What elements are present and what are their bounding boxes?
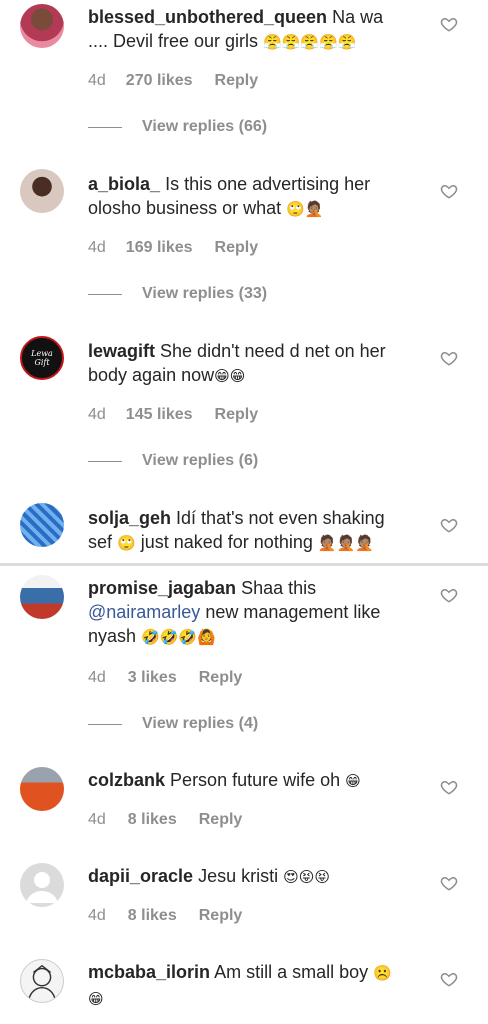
avatar[interactable] — [20, 767, 64, 811]
view-replies-button[interactable]: View replies (6) — [88, 452, 258, 470]
default-avatar-icon — [26, 872, 58, 903]
heart-outline-icon[interactable] — [440, 15, 458, 33]
likes-count[interactable]: 145 likes — [126, 406, 193, 424]
comment-text-continued: just naked for nothing — [140, 532, 313, 552]
comment-emoji: 🤣🤣🤣🙆 — [141, 629, 216, 646]
comment-username[interactable]: blessed_unbothered_queen — [88, 7, 327, 27]
avatar[interactable] — [20, 863, 64, 907]
avatar[interactable]: Lewa Gift — [20, 336, 64, 380]
comment-username[interactable]: colzbank — [88, 770, 165, 790]
comment-emoji: 😁 — [88, 991, 104, 1008]
reply-button[interactable]: Reply — [199, 811, 243, 829]
likes-count[interactable]: 169 likes — [126, 239, 193, 257]
comment-text: Jesu kristi — [198, 866, 279, 886]
comment-age: 4d — [88, 907, 106, 924]
heart-outline-icon[interactable] — [440, 182, 458, 200]
heart-outline-icon[interactable] — [440, 586, 458, 604]
comment-text: Shaa this — [241, 578, 317, 598]
comment-text: Am still a small boy — [214, 962, 369, 982]
comment-emoji: ☹️ — [373, 965, 392, 982]
divider-line — [88, 460, 122, 462]
view-replies-label: View replies (4) — [142, 715, 259, 732]
comment-emoji: 😤😤😤😤😤 — [263, 34, 357, 51]
avatar[interactable] — [20, 169, 64, 213]
section-divider — [0, 563, 488, 566]
view-replies-label: View replies (33) — [142, 285, 268, 302]
heart-outline-icon[interactable] — [440, 778, 458, 796]
comment-age: 4d — [88, 811, 106, 828]
comment-username[interactable]: a_biola_ — [88, 174, 160, 194]
heart-outline-icon[interactable] — [440, 516, 458, 534]
mention-link[interactable]: @nairamarley — [88, 602, 200, 622]
view-replies-label: View replies (6) — [142, 452, 259, 469]
view-replies-button[interactable]: View replies (66) — [88, 118, 267, 136]
comment-emoji: 🙄 — [117, 535, 136, 552]
comment-username[interactable]: lewagift — [88, 341, 155, 361]
avatar[interactable] — [20, 959, 64, 1003]
avatar-logo-text: Lewa Gift — [31, 349, 53, 367]
likes-count[interactable]: 8 likes — [128, 811, 177, 829]
comment-username[interactable]: promise_jagaban — [88, 578, 236, 598]
divider-line — [88, 723, 122, 725]
avatar[interactable] — [20, 503, 64, 547]
cartoon-face-avatar-icon — [27, 964, 57, 1001]
comment-emoji: 😍😝😝 — [283, 869, 331, 886]
heart-outline-icon[interactable] — [440, 874, 458, 892]
divider-line — [88, 293, 122, 295]
comment-username[interactable]: mcbaba_ilorin — [88, 962, 210, 982]
likes-count[interactable]: 270 likes — [126, 72, 193, 90]
avatar[interactable] — [20, 575, 64, 619]
comment-age: 4d — [88, 406, 106, 423]
divider-line — [88, 126, 122, 128]
comment-age: 4d — [88, 239, 106, 256]
view-replies-label: View replies (66) — [142, 118, 268, 135]
comment-age: 4d — [88, 72, 106, 89]
comment-username[interactable]: solja_geh — [88, 508, 171, 528]
comment-text: Person future wife oh — [170, 770, 341, 790]
likes-count[interactable]: 8 likes — [128, 907, 177, 925]
heart-outline-icon[interactable] — [440, 970, 458, 988]
view-replies-button[interactable]: View replies (33) — [88, 285, 267, 303]
comment-username[interactable]: dapii_oracle — [88, 866, 193, 886]
comment-age: 4d — [88, 669, 106, 686]
avatar[interactable] — [20, 4, 64, 48]
reply-button[interactable]: Reply — [215, 406, 259, 424]
reply-button[interactable]: Reply — [215, 239, 259, 257]
heart-outline-icon[interactable] — [440, 349, 458, 367]
likes-count[interactable]: 3 likes — [128, 669, 177, 687]
comment-emoji: 🤦🏽🤦🏽🤦🏽 — [317, 535, 374, 552]
reply-button[interactable]: Reply — [199, 669, 243, 687]
comment-emoji: 😁😁 — [214, 368, 246, 385]
reply-button[interactable]: Reply — [199, 907, 243, 925]
view-replies-button[interactable]: View replies (4) — [88, 715, 258, 733]
reply-button[interactable]: Reply — [215, 72, 259, 90]
comment-emoji: 😁 — [345, 773, 361, 790]
comment-emoji: 🙄🤦🏽 — [286, 201, 324, 218]
